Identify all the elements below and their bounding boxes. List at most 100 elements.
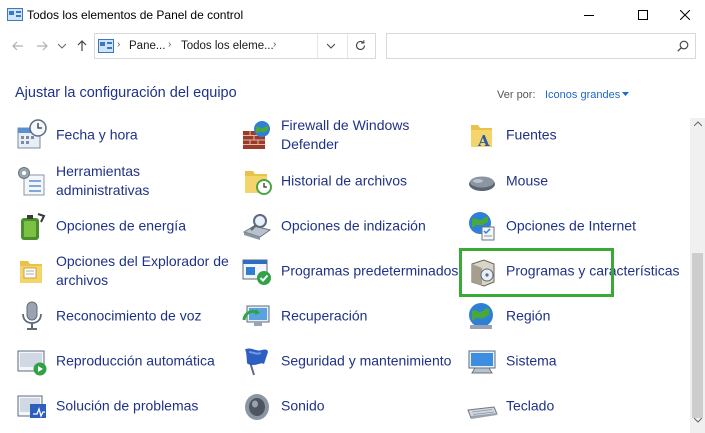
control-panel-icon xyxy=(98,39,114,53)
scroll-down-icon xyxy=(693,418,702,423)
search-icon[interactable] xyxy=(677,40,689,52)
item-label: Historial de archivos xyxy=(281,172,408,189)
item-label: Sonido xyxy=(281,397,325,414)
item-label: Fecha y hora xyxy=(56,126,138,143)
scroll-up-icon xyxy=(693,121,702,126)
item-label: Opciones del Explorador de archivos xyxy=(56,253,229,288)
item-label: Seguridad y mantenimiento xyxy=(281,352,452,369)
troubleshoot-icon xyxy=(17,395,46,418)
autoplay-icon xyxy=(17,350,47,376)
close-icon xyxy=(680,10,690,20)
microphone-icon xyxy=(22,301,42,330)
chevron-down-icon[interactable] xyxy=(327,43,335,49)
close-button[interactable] xyxy=(662,0,705,30)
region-icon xyxy=(469,303,493,329)
chevron-down-icon xyxy=(58,43,66,49)
item-solucion[interactable]: Solución de problemas xyxy=(16,386,216,426)
selection-highlight xyxy=(459,248,614,297)
item-label: Fuentes xyxy=(506,126,557,143)
item-sistema[interactable]: Sistema xyxy=(466,341,666,381)
back-button[interactable] xyxy=(8,36,28,56)
item-label: Recuperación xyxy=(281,307,368,324)
forward-button[interactable] xyxy=(32,36,52,56)
explorer-options-icon xyxy=(20,261,42,283)
item-fecha-y-hora[interactable]: Fecha y hora xyxy=(16,118,216,155)
breadcrumb-separator-icon[interactable]: › xyxy=(168,39,171,50)
item-label: Teclado xyxy=(506,397,555,414)
divider xyxy=(317,34,318,58)
up-button[interactable] xyxy=(72,36,92,56)
item-historial[interactable]: Historial de archivos xyxy=(241,161,441,201)
item-reproduccion[interactable]: Reproducción automática xyxy=(16,341,216,381)
indexing-icon xyxy=(242,214,272,240)
search-box[interactable] xyxy=(386,33,696,59)
address-bar[interactable]: › Pane... › Todos los eleme... › xyxy=(94,33,376,59)
title-bar: Todos los elementos de Panel de control xyxy=(0,0,705,30)
scroll-up-button[interactable] xyxy=(690,121,705,133)
item-voz[interactable]: Reconocimiento de voz xyxy=(16,296,216,336)
firewall-icon xyxy=(243,121,270,149)
scroll-down-button[interactable] xyxy=(690,418,705,430)
item-fuentes[interactable]: A Fuentes xyxy=(466,118,666,155)
page-title: Ajustar la configuración del equipo xyxy=(15,85,237,101)
item-region[interactable]: Región xyxy=(466,296,666,336)
scrollbar-thumb[interactable] xyxy=(692,253,703,418)
item-label: Solución de problemas xyxy=(56,397,199,414)
keyboard-icon xyxy=(467,406,498,419)
item-sonido[interactable]: Sonido xyxy=(241,386,441,426)
maximize-icon xyxy=(638,10,648,20)
item-label: Región xyxy=(506,307,551,324)
maximize-button[interactable] xyxy=(620,0,666,30)
tools-icon xyxy=(18,167,45,196)
fonts-folder-icon: A xyxy=(471,125,492,150)
item-energia[interactable]: Opciones de energía xyxy=(16,206,216,246)
item-label: Reproducción automática xyxy=(56,352,215,369)
arrow-right-icon xyxy=(37,41,48,51)
window-title: Todos los elementos de Panel de control xyxy=(27,8,244,22)
power-icon xyxy=(21,213,46,240)
recent-locations-button[interactable] xyxy=(52,36,72,56)
item-firewall[interactable]: Firewall de Windows Defender xyxy=(241,118,441,155)
view-by-dropdown[interactable]: Iconos grandes xyxy=(545,89,620,101)
default-programs-icon xyxy=(242,259,271,285)
control-panel-icon xyxy=(7,8,23,21)
system-icon xyxy=(468,350,496,374)
item-indizacion[interactable]: Opciones de indización xyxy=(241,206,441,246)
breadcrumb-separator-icon[interactable]: › xyxy=(273,39,276,50)
search-input[interactable] xyxy=(391,37,671,55)
item-label: Opciones de indización xyxy=(281,217,426,234)
item-label: Programas predeterminados xyxy=(281,262,459,279)
item-label: Sistema xyxy=(506,352,557,369)
item-label: Firewall de Windows Defender xyxy=(281,118,410,152)
mouse-icon xyxy=(469,176,495,191)
file-history-icon xyxy=(245,171,272,195)
view-by-label: Ver por: xyxy=(497,89,536,101)
item-predeterminados[interactable]: Programas predeterminados xyxy=(241,251,458,291)
item-mouse[interactable]: Mouse xyxy=(466,161,666,201)
clock-icon xyxy=(17,119,47,149)
breadcrumb-item[interactable]: Todos los eleme... xyxy=(181,40,274,52)
item-internet[interactable]: Opciones de Internet xyxy=(466,206,666,246)
item-label: Herramientas administrativas xyxy=(56,163,150,198)
item-teclado[interactable]: Teclado xyxy=(466,386,666,426)
item-recuperacion[interactable]: Recuperación xyxy=(241,296,441,336)
caret-down-icon[interactable] xyxy=(622,92,629,97)
vertical-scrollbar[interactable] xyxy=(690,118,705,433)
internet-icon xyxy=(469,212,495,241)
item-seguridad[interactable]: Seguridad y mantenimiento xyxy=(241,341,451,381)
arrow-up-icon xyxy=(77,40,87,51)
item-herramientas[interactable]: Herramientas administrativas xyxy=(16,161,216,201)
minimize-icon xyxy=(584,15,594,16)
speaker-icon xyxy=(245,394,269,420)
breadcrumb-item[interactable]: Pane... xyxy=(129,40,165,52)
breadcrumb-separator-icon: › xyxy=(117,39,121,50)
refresh-icon[interactable] xyxy=(354,39,367,52)
arrow-left-icon xyxy=(12,41,23,51)
recovery-icon xyxy=(242,305,270,326)
minimize-button[interactable] xyxy=(566,0,612,30)
item-explorador[interactable]: Opciones del Explorador de archivos xyxy=(16,251,229,291)
item-label: Reconocimiento de voz xyxy=(56,307,202,324)
security-flag-icon xyxy=(245,348,268,376)
item-label: Opciones de energía xyxy=(56,217,186,234)
svg-text:A: A xyxy=(477,132,490,150)
